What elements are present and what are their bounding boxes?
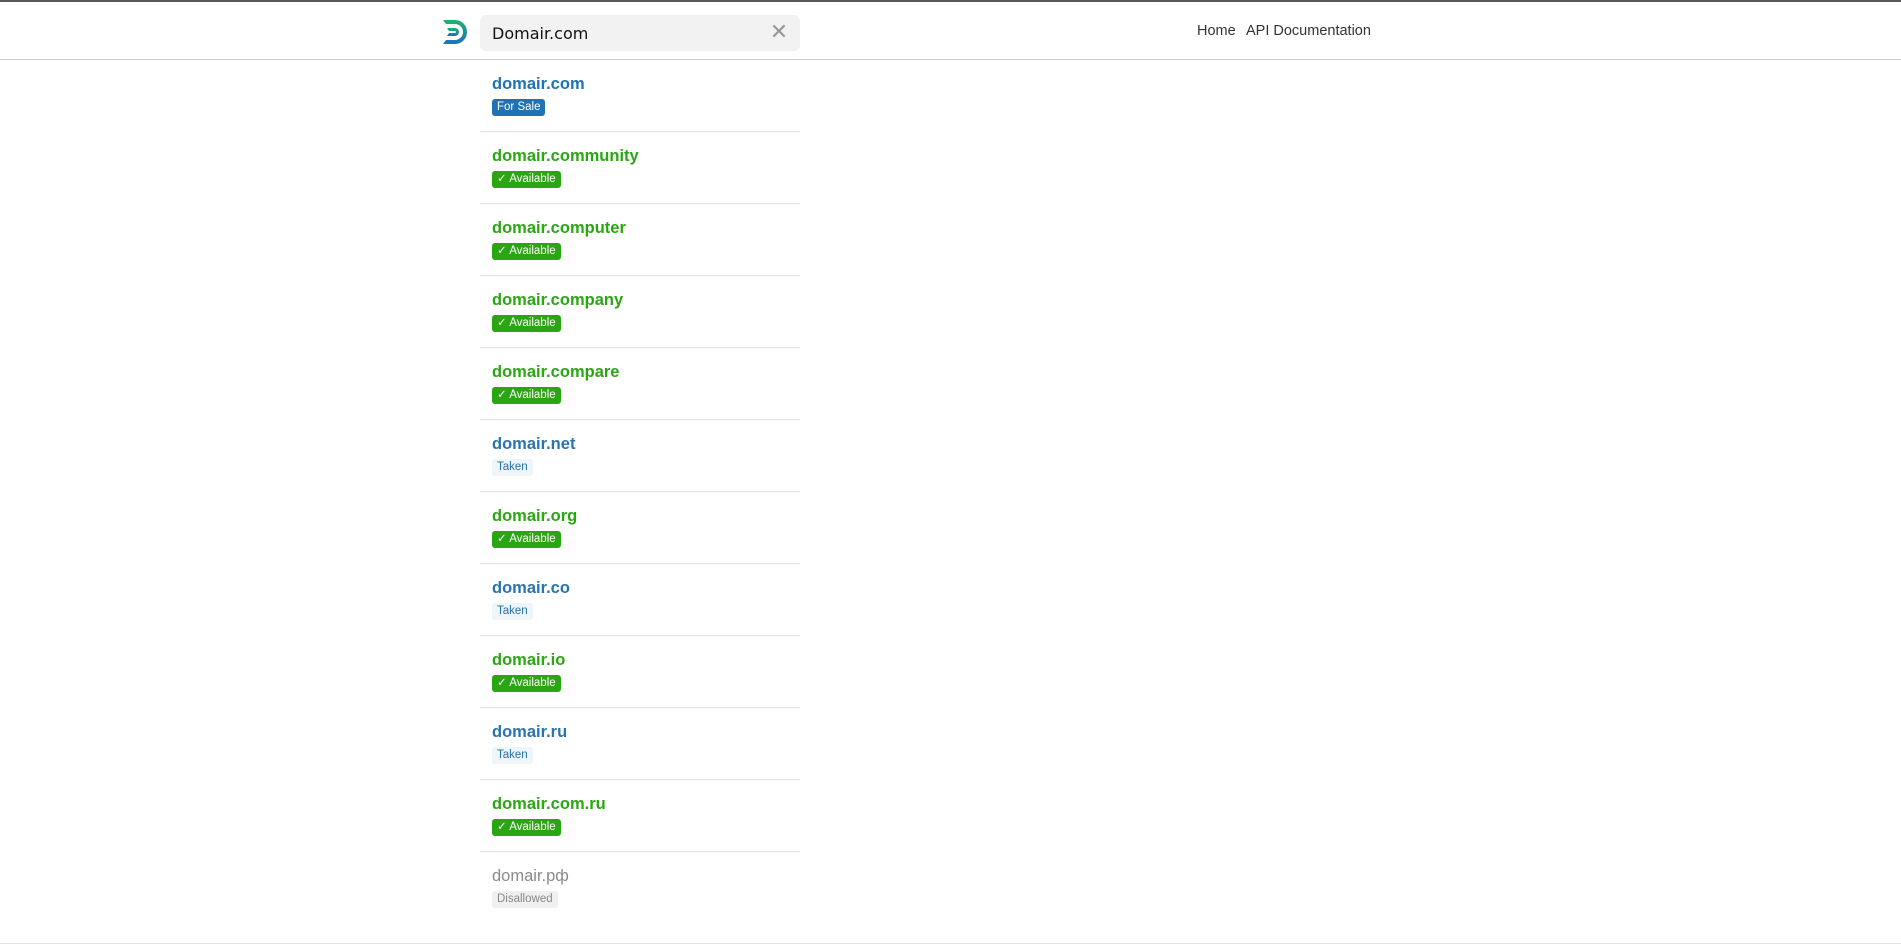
status-badge: ✓ Available [492,819,561,836]
close-icon[interactable]: ✕ [768,22,790,44]
status-badge: Taken [492,603,533,620]
nav-home[interactable]: Home [1197,23,1236,39]
domain-link[interactable]: domair.net [492,434,800,454]
result-item: domair.computer ✓ Available [480,204,800,276]
result-item: domair.org ✓ Available [480,492,800,564]
result-item: domair.net Taken [480,420,800,492]
status-badge: ✓ Available [492,243,561,260]
result-item: domair.company ✓ Available [480,276,800,348]
nav-api-documentation[interactable]: API Documentation [1246,23,1371,39]
domain-link[interactable]: domair.community [492,146,800,166]
result-item: domair.community ✓ Available [480,132,800,204]
domain-link[interactable]: domair.ru [492,722,800,742]
domain-link[interactable]: domair.company [492,290,800,310]
status-badge: ✓ Available [492,171,561,188]
divider [0,943,1901,944]
status-badge: Disallowed [492,891,558,908]
result-item: domair.co Taken [480,564,800,636]
domain-link[interactable]: domair.io [492,650,800,670]
header: ✕ Home API Documentation [0,2,1901,60]
domain-link[interactable]: domair.co [492,578,800,598]
status-badge: For Sale [492,99,546,116]
result-item: domair.compare ✓ Available [480,348,800,420]
results-list: domair.com For Sale domair.community ✓ Avai… [480,60,800,924]
domain-link[interactable]: domair.org [492,506,800,526]
search-input[interactable] [492,15,752,51]
logo-icon[interactable] [441,17,471,47]
result-item: domair.рф Disallowed [480,852,800,924]
domain-link[interactable]: domair.compare [492,362,800,382]
status-badge: ✓ Available [492,387,561,404]
domain-link[interactable]: domair.com [492,74,800,94]
status-badge: Taken [492,459,533,476]
domain-link[interactable]: domair.рф [492,866,800,886]
status-badge: ✓ Available [492,315,561,332]
result-item: domair.com For Sale [480,60,800,132]
status-badge: ✓ Available [492,675,561,692]
status-badge: ✓ Available [492,531,561,548]
status-badge: Taken [492,747,533,764]
result-item: domair.ru Taken [480,708,800,780]
result-item: domair.com.ru ✓ Available [480,780,800,852]
search-box: ✕ [480,15,800,51]
domain-link[interactable]: domair.com.ru [492,794,800,814]
domain-link[interactable]: domair.computer [492,218,800,238]
result-item: domair.io ✓ Available [480,636,800,708]
